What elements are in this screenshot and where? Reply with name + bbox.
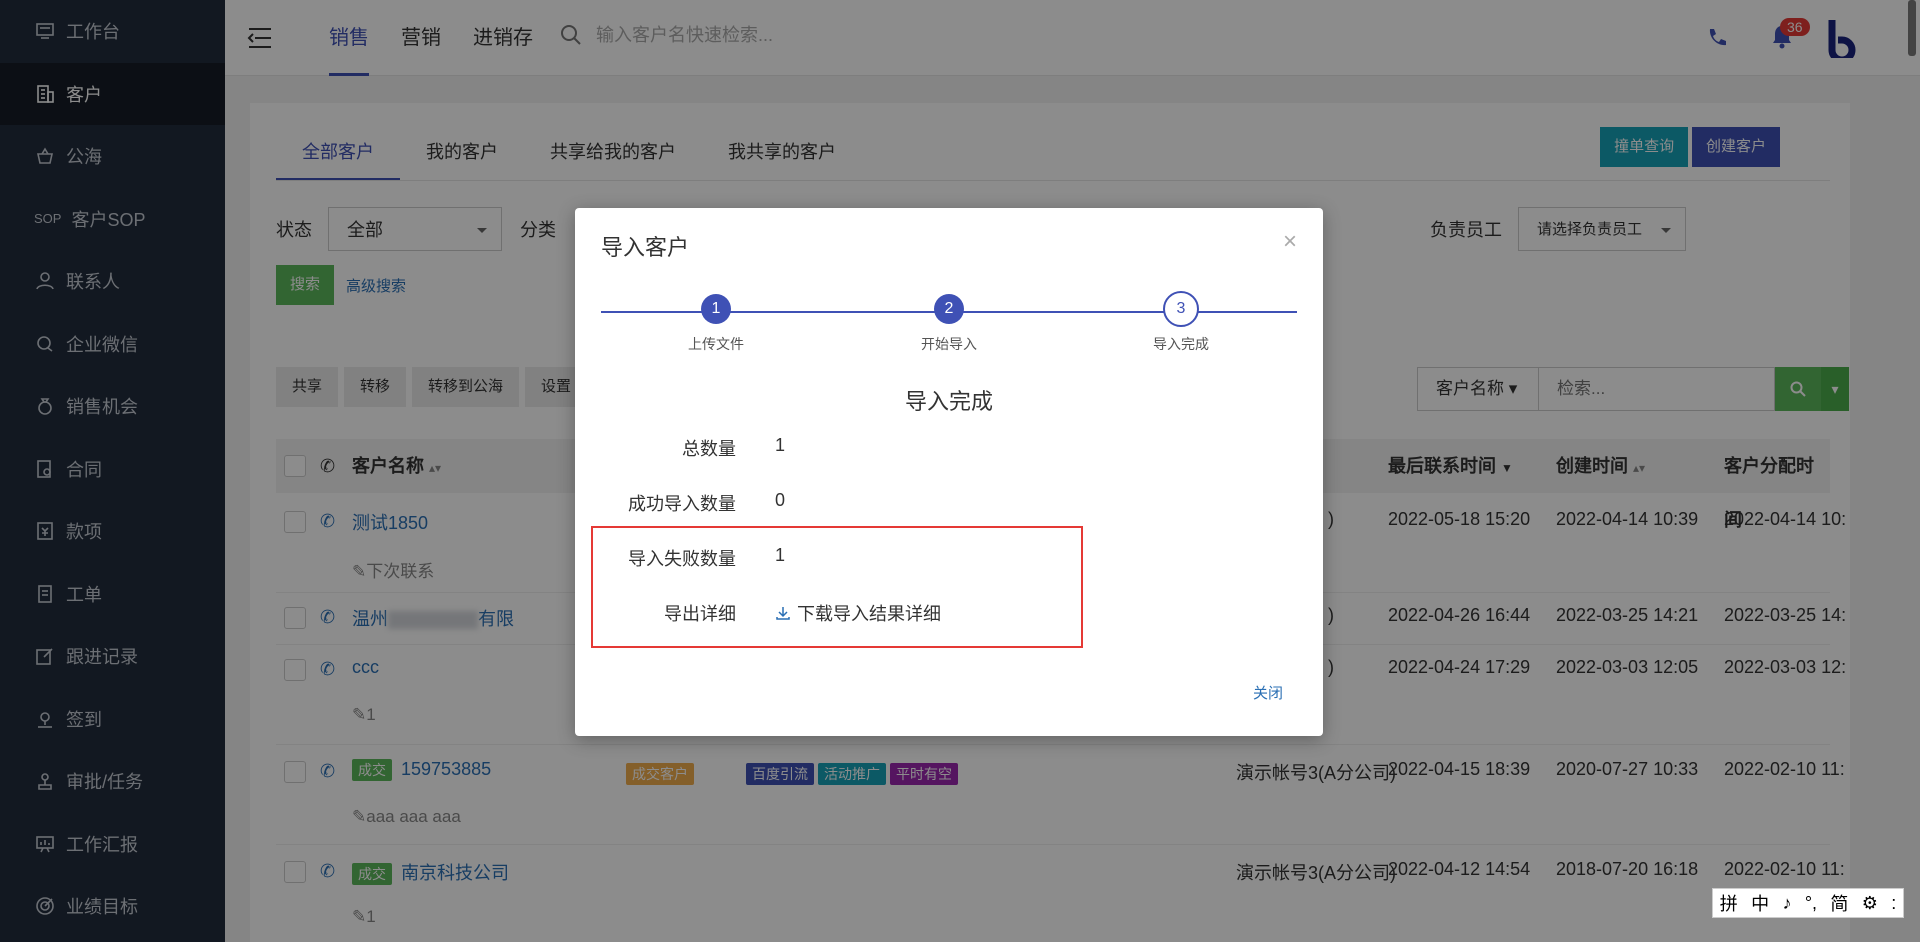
download-icon (776, 607, 790, 620)
ime-chinese-mode[interactable]: 中 (1751, 890, 1769, 916)
step-import-complete: 3 导入完成 (1121, 291, 1241, 354)
step-label: 开始导入 (921, 336, 977, 352)
close-button[interactable]: 关闭 (1253, 682, 1283, 703)
export-detail-label: 导出详细 (664, 604, 736, 624)
ime-gear-icon[interactable]: ⚙ (1862, 893, 1878, 914)
fail-count-value: 1 (775, 545, 786, 565)
total-count-value: 1 (775, 435, 786, 455)
step-number: 1 (701, 294, 731, 324)
import-customers-modal: 导入客户 × 1 上传文件 2 开始导入 3 导入完成 导入完成 总数量 1 成… (575, 208, 1323, 736)
modal-title: 导入客户 (601, 235, 690, 260)
ime-pinyin-icon[interactable]: 拼 (1720, 890, 1738, 916)
import-complete-heading: 导入完成 (904, 389, 993, 414)
download-result-link[interactable]: 下载导入结果详细 (775, 600, 941, 626)
step-label: 上传文件 (688, 336, 744, 352)
total-count-label: 总数量 (682, 439, 736, 459)
download-result-text: 下载导入结果详细 (797, 604, 941, 624)
ime-more-icon[interactable]: : (1891, 893, 1896, 914)
success-count-label: 成功导入数量 (628, 494, 736, 514)
step-number: 3 (1163, 291, 1199, 327)
close-icon[interactable]: × (1283, 228, 1297, 256)
ime-simplified-mode[interactable]: 简 (1830, 890, 1848, 916)
ime-punct-icon[interactable]: °, (1805, 893, 1817, 914)
ime-moon-icon[interactable]: ♪ (1782, 893, 1791, 914)
step-label: 导入完成 (1153, 336, 1209, 352)
step-upload: 1 上传文件 (656, 294, 776, 354)
step-start-import: 2 开始导入 (889, 294, 1009, 354)
step-number: 2 (934, 294, 964, 324)
fail-count-label: 导入失败数量 (628, 549, 736, 569)
ime-toolbar[interactable]: 拼 中 ♪ °, 简 ⚙ : (1712, 888, 1904, 918)
success-count-value: 0 (775, 490, 786, 510)
